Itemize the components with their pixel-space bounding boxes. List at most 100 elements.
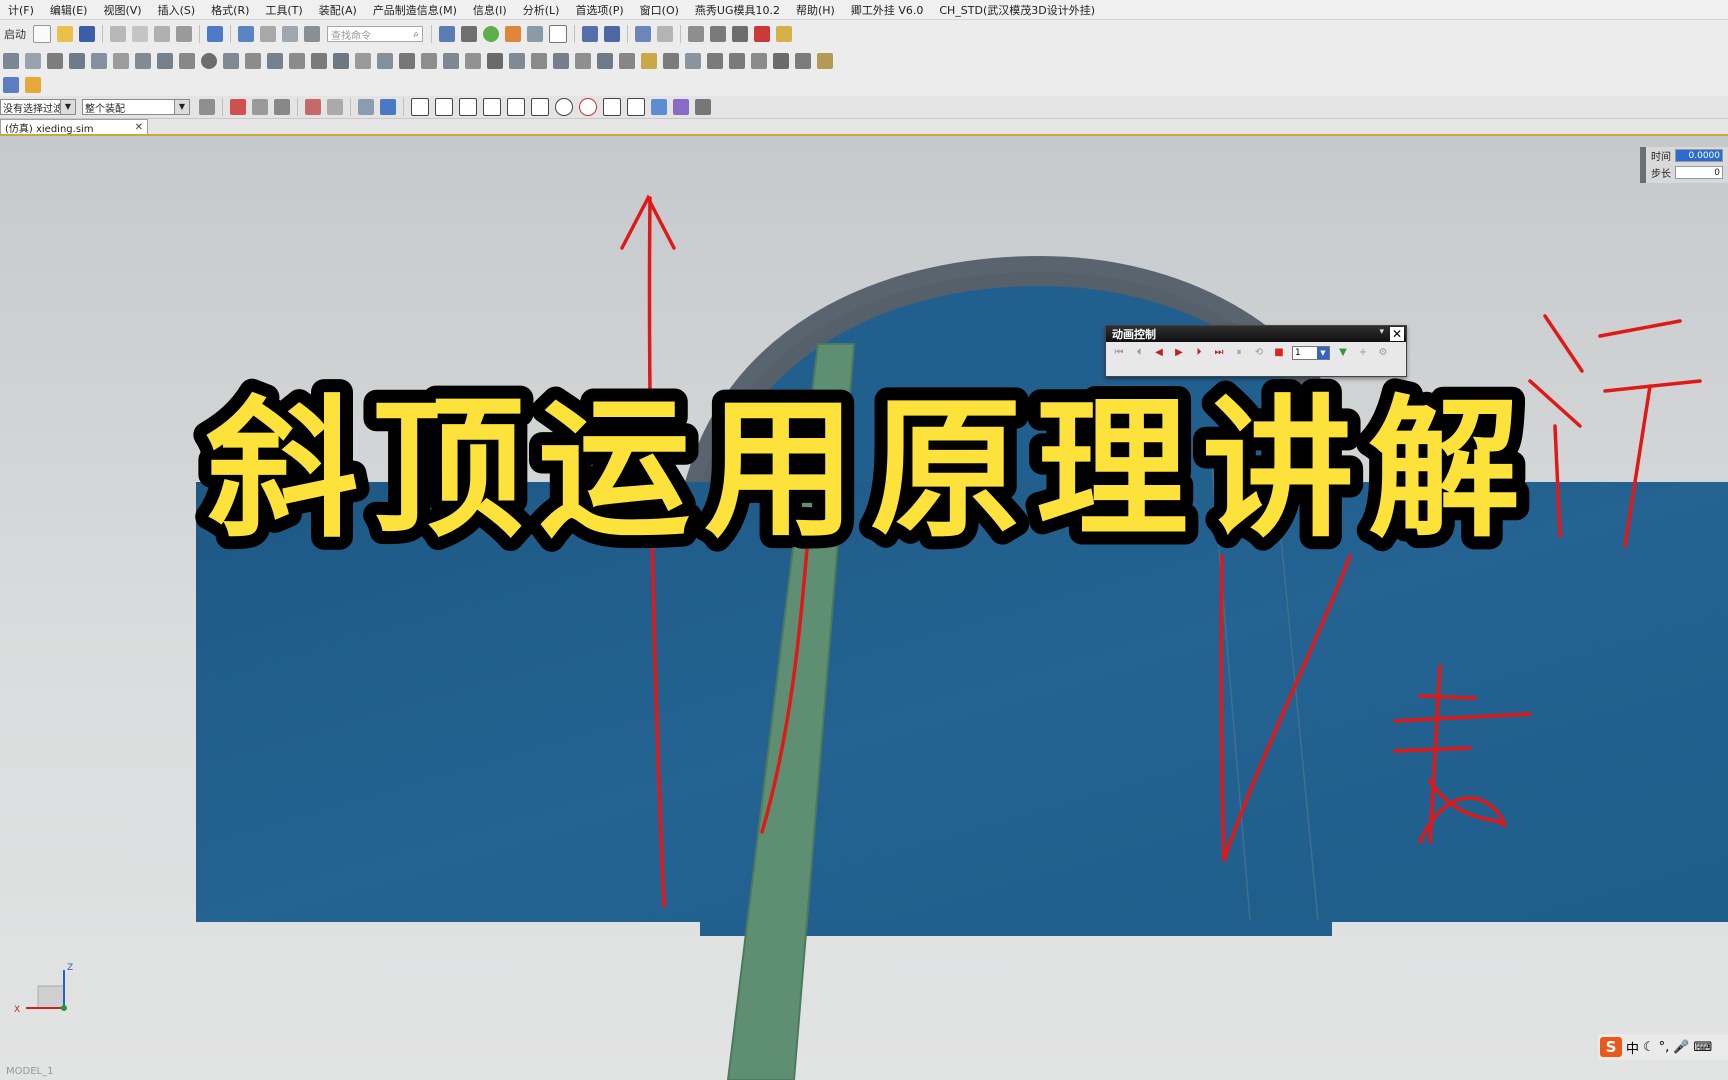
pen-icon[interactable] <box>754 26 770 42</box>
menu-preferences[interactable]: 首选项(P) <box>567 2 631 18</box>
snap-arc-icon[interactable] <box>507 98 525 116</box>
patch-icon[interactable] <box>685 53 701 69</box>
subtract-icon[interactable] <box>289 53 305 69</box>
offset-face-icon[interactable] <box>465 53 481 69</box>
table-icon[interactable] <box>635 26 651 42</box>
trim-body-icon[interactable] <box>421 53 437 69</box>
menu-pmi[interactable]: 产品制造信息(M) <box>365 2 465 18</box>
arrow-right-icon[interactable] <box>729 53 745 69</box>
grid-icon[interactable] <box>439 26 455 42</box>
draft-icon[interactable] <box>399 53 415 69</box>
new-file-icon[interactable] <box>33 25 51 43</box>
type-filter-select[interactable]: 没有选择过滤器 ▼ <box>0 99 76 115</box>
intersect-icon[interactable] <box>311 53 327 69</box>
snap-quadrant-icon[interactable] <box>531 98 549 116</box>
menu-ch-std-plugin[interactable]: CH_STD(武汉模茂3D设计外挂) <box>931 2 1103 18</box>
revolve-icon[interactable] <box>91 53 107 69</box>
layer-icon[interactable] <box>260 26 276 42</box>
menu-file[interactable]: 计(F) <box>0 2 42 18</box>
move-face-icon[interactable] <box>619 53 635 69</box>
sphere-icon[interactable] <box>201 53 217 69</box>
menu-insert[interactable]: 插入(S) <box>150 2 204 18</box>
extrude-icon[interactable] <box>69 53 85 69</box>
tools-icon[interactable] <box>282 26 298 42</box>
section-view-icon[interactable] <box>527 26 543 42</box>
menu-format[interactable]: 格式(R) <box>203 2 257 18</box>
arrow-left-icon[interactable] <box>707 53 723 69</box>
add-icon[interactable]: + <box>1356 346 1370 360</box>
menu-window[interactable]: 窗口(O) <box>632 2 687 18</box>
unite-icon[interactable] <box>267 53 283 69</box>
parting-icon[interactable] <box>663 53 679 69</box>
sew-icon[interactable] <box>575 53 591 69</box>
box-icon[interactable] <box>751 53 767 69</box>
measure-icon[interactable] <box>688 26 704 42</box>
edge-blend-icon[interactable] <box>333 53 349 69</box>
analysis-icon[interactable] <box>710 26 726 42</box>
rotate-part-icon[interactable] <box>604 26 620 42</box>
dialog-icon[interactable] <box>3 77 19 93</box>
collision-down-icon[interactable]: ▼ <box>1336 346 1350 360</box>
line-icon[interactable] <box>47 53 63 69</box>
command-search-input[interactable]: 查找命令 ⌕ <box>327 26 423 42</box>
play-backward-icon[interactable]: ◀ <box>1152 346 1166 360</box>
sketch-icon[interactable] <box>3 53 19 69</box>
snap-settings-icon[interactable] <box>695 99 711 115</box>
save-icon[interactable] <box>79 26 95 42</box>
hole-icon[interactable] <box>113 53 129 69</box>
paste-icon[interactable] <box>154 26 170 42</box>
snap-endpoint-icon[interactable] <box>411 98 429 116</box>
feature-select-icon[interactable] <box>358 99 374 115</box>
thicken-icon[interactable] <box>597 53 613 69</box>
ruler-icon[interactable] <box>776 26 792 42</box>
body-select-icon[interactable] <box>380 99 396 115</box>
undo-icon[interactable] <box>207 26 223 42</box>
snap-point-icon[interactable] <box>579 98 597 116</box>
menu-help[interactable]: 帮助(H) <box>788 2 843 18</box>
frame-icon[interactable] <box>549 25 567 43</box>
move-part-icon[interactable] <box>582 26 598 42</box>
pattern-icon[interactable] <box>509 53 525 69</box>
shaded-ball-icon[interactable] <box>483 26 499 42</box>
loop-icon[interactable]: ⟲ <box>1252 346 1266 360</box>
snap-existing-point-icon[interactable] <box>603 98 621 116</box>
mirror-icon[interactable] <box>531 53 547 69</box>
touch-mode-icon[interactable] <box>304 26 320 42</box>
punctuation-icon[interactable]: °, <box>1659 1040 1670 1055</box>
snap-midpoint-icon[interactable] <box>435 98 453 116</box>
delete-icon[interactable] <box>176 26 192 42</box>
snap-control-icon[interactable] <box>459 98 477 116</box>
menu-tools[interactable]: 工具(T) <box>257 2 310 18</box>
split-body-icon[interactable] <box>443 53 459 69</box>
extract-icon[interactable] <box>553 53 569 69</box>
display-mode-icon[interactable] <box>505 26 521 42</box>
rect-select-icon[interactable] <box>327 99 343 115</box>
close-icon[interactable]: ✕ <box>135 122 143 133</box>
snap-intersection-icon[interactable] <box>483 98 501 116</box>
copy-icon[interactable] <box>132 26 148 42</box>
step-input[interactable]: 0 <box>1675 166 1723 179</box>
close-icon[interactable]: ✕ <box>1390 327 1404 341</box>
time-input[interactable]: 0.0000 <box>1675 149 1723 162</box>
boss-icon[interactable] <box>135 53 151 69</box>
motion-icon[interactable] <box>732 26 748 42</box>
rewind-to-start-icon[interactable]: ⏮ <box>1112 346 1126 360</box>
replace-face-icon[interactable] <box>487 53 503 69</box>
chevron-down-icon[interactable]: ▾ <box>1379 327 1384 337</box>
cut-icon[interactable] <box>110 26 126 42</box>
snap-face-icon[interactable] <box>651 99 667 115</box>
snap-on-curve-icon[interactable] <box>627 98 645 116</box>
curve-icon[interactable] <box>25 53 41 69</box>
spreadsheet-icon[interactable] <box>657 26 673 42</box>
start-menu-button[interactable]: 启动 <box>4 26 26 42</box>
menu-assembly[interactable]: 装配(A) <box>311 2 365 18</box>
open-folder-icon[interactable] <box>57 26 73 42</box>
keyboard-icon[interactable]: ⌨ <box>1694 1040 1713 1055</box>
step-back-icon[interactable]: ⏴ <box>1132 346 1146 360</box>
select-all-icon[interactable] <box>230 99 246 115</box>
deselect-icon[interactable] <box>252 99 268 115</box>
fast-forward-to-end-icon[interactable]: ⏭ <box>1212 346 1226 360</box>
sogou-logo-icon[interactable]: S <box>1600 1037 1622 1057</box>
menu-analysis[interactable]: 分析(L) <box>515 2 568 18</box>
menu-edit[interactable]: 编辑(E) <box>42 2 96 18</box>
